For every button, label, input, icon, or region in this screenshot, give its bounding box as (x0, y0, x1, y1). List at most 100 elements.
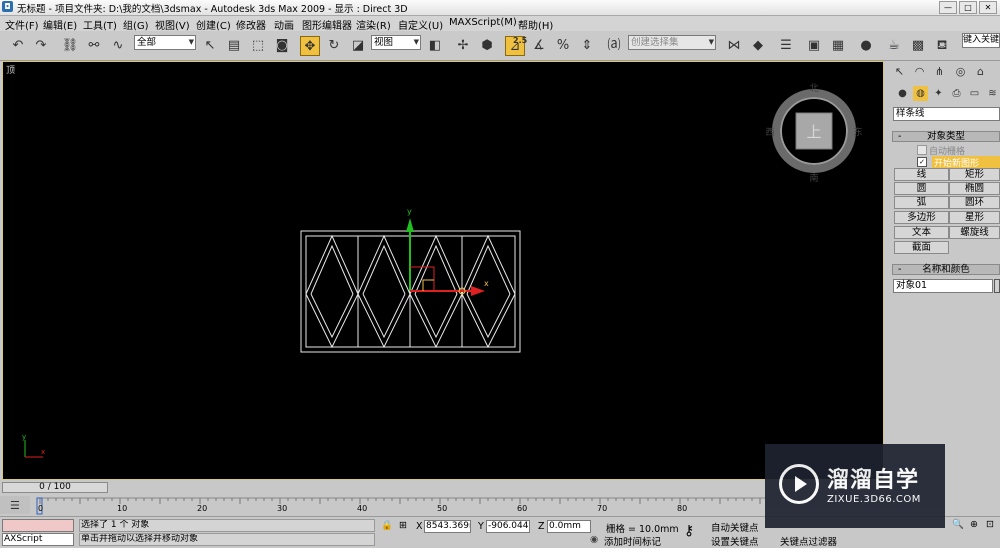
motion-tab-icon[interactable]: ◎ (952, 64, 969, 80)
menu-group[interactable]: 组(G) (123, 17, 149, 32)
minimize-button[interactable]: — (939, 1, 957, 14)
unlink-icon[interactable]: ⚯ (84, 36, 104, 56)
selection-filter-dropdown[interactable]: 全部 (134, 35, 196, 50)
menu-views[interactable]: 视图(V) (155, 17, 190, 32)
line-button[interactable]: 线 (894, 168, 949, 181)
rectangular-selection-icon[interactable]: ⬚ (248, 36, 268, 56)
ellipse-button[interactable]: 椭圆 (949, 182, 1000, 195)
menu-create[interactable]: 创建(C) (196, 17, 231, 32)
category-dropdown[interactable]: 样条线 (893, 107, 1000, 121)
set-key-button[interactable]: 设置关键点 (711, 534, 759, 548)
select-and-scale-icon[interactable]: ◪ (348, 36, 368, 56)
maxscript-listener[interactable]: AXScript (2, 533, 74, 546)
snap-toggle-icon[interactable]: 2.5 ⊿ (505, 36, 527, 56)
text-button[interactable]: 文本 (894, 226, 949, 239)
time-slider[interactable]: 0 / 100 (0, 481, 766, 494)
cameras-icon[interactable]: ⎙ (949, 86, 964, 101)
star-button[interactable]: 星形 (949, 211, 1000, 224)
object-type-rollout[interactable]: - 对象类型 (892, 131, 1000, 142)
angle-snap-icon[interactable]: ∡ (529, 36, 549, 56)
keyboard-shortcut-icon[interactable]: ⬢ (477, 36, 497, 56)
z-coord-field[interactable]: 0.0mm (547, 520, 591, 533)
material-editor-icon[interactable]: ● (856, 36, 876, 56)
key-filters-button[interactable]: 关键点过滤器 (780, 534, 837, 548)
curve-editor-icon[interactable]: ▣ (804, 36, 824, 56)
layer-manager-icon[interactable]: ☰ (776, 36, 796, 56)
menu-graph-editors[interactable]: 图形编辑器 (302, 17, 352, 32)
app-icon[interactable]: ◘ (2, 1, 13, 12)
menu-help[interactable]: 帮助(H) (518, 17, 553, 32)
time-tag-icon[interactable]: ◉ (590, 534, 598, 545)
close-button[interactable]: ✕ (979, 1, 997, 14)
arc-button[interactable]: 弧 (894, 196, 949, 209)
zoom-icon[interactable]: 🔍 (952, 519, 964, 530)
geometry-icon[interactable]: ● (895, 86, 910, 101)
lights-icon[interactable]: ✦ (931, 86, 946, 101)
key-icon[interactable]: ⚷ (684, 523, 694, 539)
rendered-frame-icon[interactable]: ▩ (908, 36, 928, 56)
named-selection-dropdown[interactable]: 创建选择集 (628, 35, 716, 50)
menu-animation[interactable]: 动画 (274, 17, 294, 32)
menu-customize[interactable]: 自定义(U) (398, 17, 443, 32)
rectangle-button[interactable]: 矩形 (949, 168, 1000, 181)
select-object-icon[interactable]: ↖ (200, 36, 220, 56)
pivot-center-icon[interactable]: ◧ (425, 36, 445, 56)
auto-grid-checkbox[interactable] (917, 145, 927, 155)
render-setup-icon[interactable]: ☕ (884, 36, 904, 56)
helix-button[interactable]: 螺旋线 (949, 226, 1000, 239)
align-icon[interactable]: ◆ (748, 36, 768, 56)
mirror-icon[interactable]: ⋈ (724, 36, 744, 56)
zoom-all-icon[interactable]: ⊕ (970, 519, 978, 530)
object-color-swatch[interactable] (994, 279, 1000, 293)
menu-file[interactable]: 文件(F) (5, 17, 39, 32)
undo-icon[interactable]: ↶ (8, 36, 28, 56)
circle-button[interactable]: 圆 (894, 182, 949, 195)
restore-button[interactable]: □ (959, 1, 977, 14)
track-bar[interactable]: ☰ 0 10 20 30 40 50 60 70 80 (0, 494, 766, 516)
helpers-icon[interactable]: ▭ (967, 86, 982, 101)
select-and-rotate-icon[interactable]: ↻ (324, 36, 344, 56)
modify-tab-icon[interactable]: ◠ (911, 64, 928, 80)
auto-key-button[interactable]: 自动关键点 (711, 520, 759, 534)
quick-render-icon[interactable]: ⛾ (932, 36, 952, 56)
section-button[interactable]: 截面 (894, 241, 949, 254)
space-warps-icon[interactable]: ≋ (985, 86, 1000, 101)
menu-maxscript[interactable]: MAXScript(M) (449, 17, 517, 28)
select-by-name-icon[interactable]: ▤ (224, 36, 244, 56)
y-coord-field[interactable]: -906.044m (486, 520, 530, 533)
select-manipulate-icon[interactable]: ✢ (453, 36, 473, 56)
object-name-field[interactable]: 对象01 (893, 279, 993, 293)
shapes-icon[interactable]: ◍ (913, 86, 928, 101)
time-slider-thumb[interactable]: 0 / 100 (2, 482, 108, 493)
link-icon[interactable]: ⛓ (60, 36, 80, 56)
start-new-shape-checkbox[interactable]: ✓ (917, 157, 927, 167)
ngon-button[interactable]: 多边形 (894, 211, 949, 224)
create-tab-icon[interactable]: ↖ (891, 64, 908, 80)
hierarchy-tab-icon[interactable]: ⋔ (931, 64, 948, 80)
menu-modifiers[interactable]: 修改器 (236, 17, 266, 32)
select-and-move-icon[interactable]: ✥ (300, 36, 320, 56)
bind-space-warp-icon[interactable]: ∿ (108, 36, 128, 56)
add-time-tag[interactable]: 添加时间标记 (604, 534, 661, 548)
window-crossing-icon[interactable]: ◙ (272, 36, 292, 56)
absolute-mode-icon[interactable]: ⊞ (399, 520, 407, 531)
menu-edit[interactable]: 编辑(E) (43, 17, 77, 32)
x-coord-field[interactable]: 8543.369m (424, 520, 471, 533)
percent-snap-icon[interactable]: % (553, 36, 573, 56)
top-viewport[interactable]: 顶 y x 上 北 南 东 西 y x (2, 61, 884, 480)
display-tab-icon[interactable]: ⌂ (972, 64, 989, 80)
menu-rendering[interactable]: 渲染(R) (356, 17, 391, 32)
lock-selection-icon[interactable]: 🔒 (381, 520, 393, 531)
donut-button[interactable]: 圆环 (949, 196, 1000, 209)
name-color-rollout[interactable]: - 名称和颜色 (892, 264, 1000, 275)
reference-coord-dropdown[interactable]: 视图 (371, 35, 421, 50)
spinner-snap-icon[interactable]: ⇕ (577, 36, 597, 56)
menu-tools[interactable]: 工具(T) (83, 17, 117, 32)
zoom-extents-icon[interactable]: ⊡ (986, 519, 994, 530)
edit-named-selection-icon[interactable]: ⒜ (604, 36, 624, 56)
redo-icon[interactable]: ↷ (31, 36, 51, 56)
maxscript-listener-pink[interactable] (2, 519, 74, 532)
schematic-view-icon[interactable]: ▦ (828, 36, 848, 56)
search-input[interactable]: 键入关键 (962, 33, 1000, 48)
viewcube[interactable]: 上 北 南 东 西 (765, 83, 862, 184)
